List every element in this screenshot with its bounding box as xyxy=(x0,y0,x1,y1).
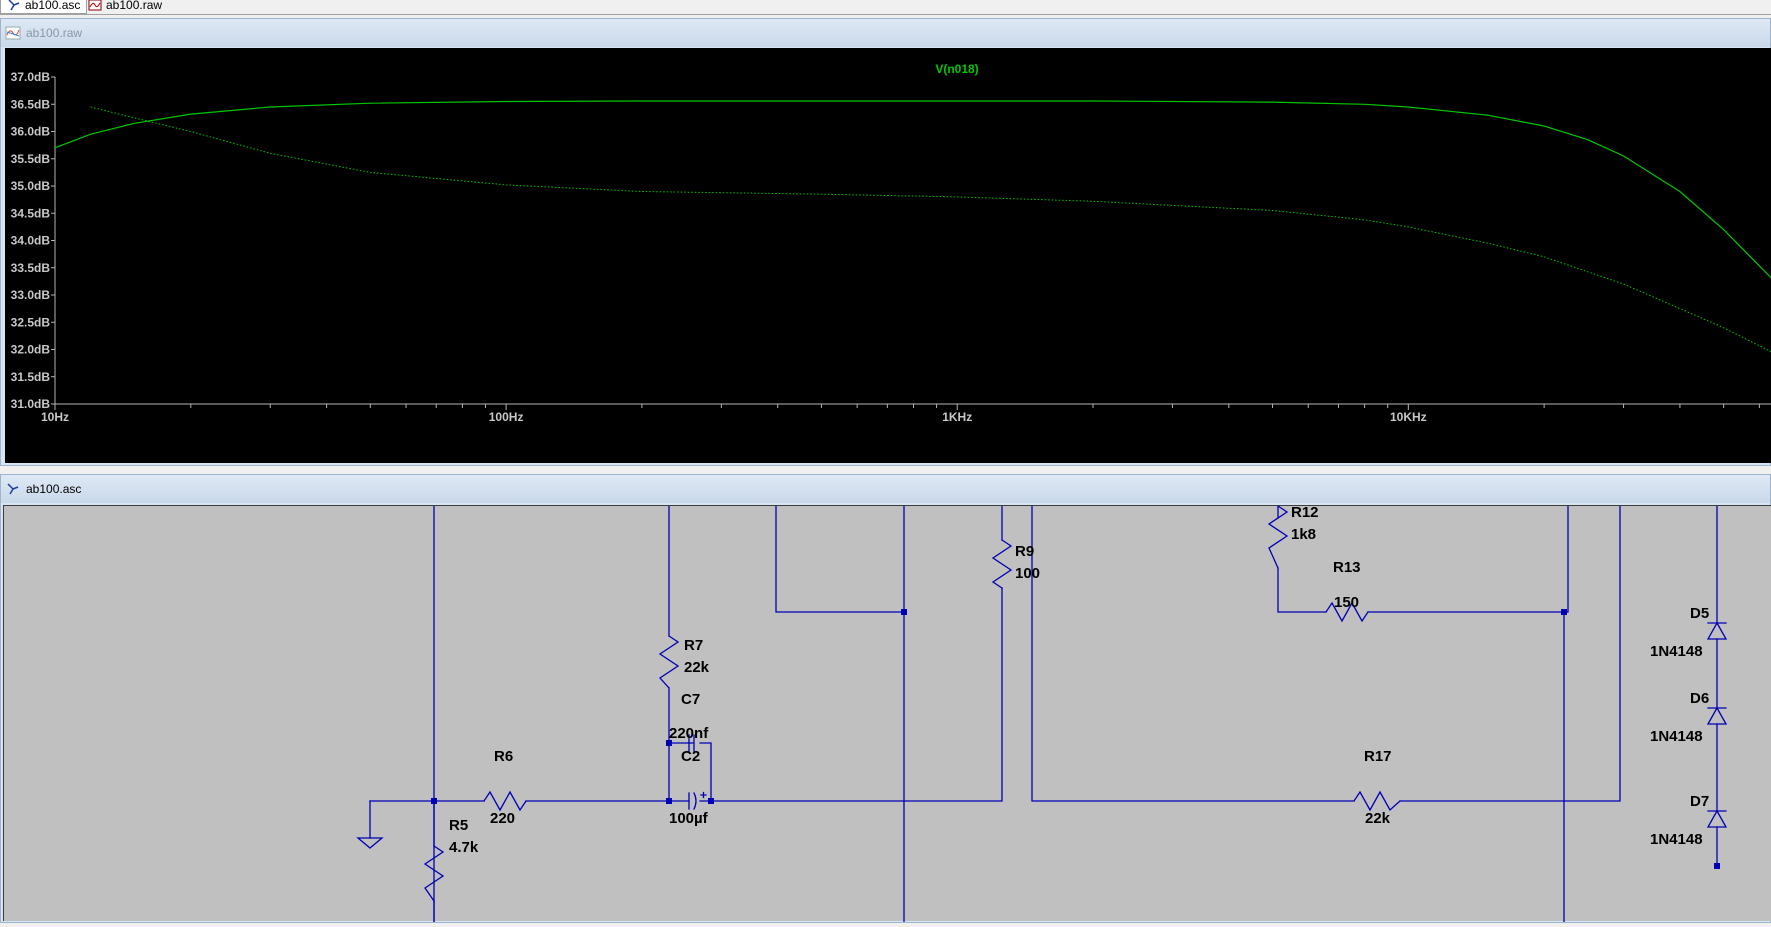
schematic-icon xyxy=(8,0,20,10)
ground-symbol[interactable] xyxy=(356,837,384,849)
c7-ref-label: C7 xyxy=(681,691,700,708)
r7-ref-label: R7 xyxy=(684,637,703,654)
d5-value-label: 1N4148 xyxy=(1650,643,1703,660)
wire[interactable] xyxy=(1367,611,1565,923)
plot-window-titlebar[interactable]: ab100.raw xyxy=(1,19,1770,47)
diode-d6-symbol[interactable] xyxy=(1706,706,1728,725)
schematic-drawing[interactable]: R12 1k8 R13 150 R9 100 R7 22k C7 220nf C… xyxy=(4,504,1771,923)
resistor-r9-symbol[interactable] xyxy=(991,539,1013,589)
waveform-icon xyxy=(5,26,21,40)
r9-ref-label: R9 xyxy=(1015,543,1034,560)
d7-ref-label: D7 xyxy=(1690,793,1709,810)
plot-area[interactable]: 31.0dB 31.5dB 32.0dB 32.5dB 33.0dB 33.5dB 34.0… xyxy=(5,48,1771,463)
trace-phase[interactable] xyxy=(90,106,1771,353)
y-tick-label: 36.5dB xyxy=(11,97,51,111)
y-tick-label: 31.0dB xyxy=(11,397,51,411)
schematic-window: ab100.asc R12 1k8 R13 150 R9 100 R7 22k … xyxy=(0,474,1771,923)
schematic-icon xyxy=(7,483,19,495)
wire[interactable] xyxy=(1031,505,1355,802)
junction-dot xyxy=(431,798,437,804)
r6-value-label: 220 xyxy=(490,810,515,827)
junction-dot xyxy=(1561,609,1567,615)
junction-dot xyxy=(1714,863,1720,869)
resistor-r6-symbol[interactable] xyxy=(483,790,527,812)
diode-d7-symbol[interactable] xyxy=(1706,809,1728,828)
schematic-window-title: ab100.asc xyxy=(26,482,82,496)
capacitor-c2-symbol[interactable] xyxy=(688,792,697,810)
y-tick-label: 34.0dB xyxy=(11,234,51,248)
junction-dot xyxy=(666,798,672,804)
d6-value-label: 1N4148 xyxy=(1650,728,1703,745)
tab-label: ab100.raw xyxy=(106,0,163,12)
tab-ab100-asc[interactable]: ab100.asc xyxy=(0,0,88,14)
wire[interactable] xyxy=(1277,567,1327,613)
y-tick-label: 35.5dB xyxy=(11,152,51,166)
r9-value-label: 100 xyxy=(1015,565,1040,582)
r6-ref-label: R6 xyxy=(494,748,513,765)
trace-magnitude[interactable] xyxy=(54,100,1771,279)
tab-label: ab100.asc xyxy=(25,0,81,12)
r5-ref-label: R5 xyxy=(449,817,468,834)
tab-ab100-raw[interactable]: ab100.raw xyxy=(82,0,168,14)
y-tick-label: 33.5dB xyxy=(11,261,51,275)
schematic-canvas[interactable]: R12 1k8 R13 150 R9 100 R7 22k C7 220nf C… xyxy=(3,504,1771,923)
junction-dot xyxy=(708,798,714,804)
x-tick-label: 10KHz xyxy=(1390,410,1427,424)
y-tick-label: 35.0dB xyxy=(11,179,51,193)
x-tick-label: 10Hz xyxy=(41,410,69,424)
wire[interactable] xyxy=(1399,505,1621,802)
wire[interactable] xyxy=(699,587,1003,802)
r17-ref-label: R17 xyxy=(1364,748,1392,765)
resistor-r17-symbol[interactable] xyxy=(1353,790,1401,812)
waveform-icon xyxy=(88,0,102,11)
capacitor-c2-polarity xyxy=(700,791,707,799)
r5-value-label: 4.7k xyxy=(449,839,479,856)
junction-dot xyxy=(901,609,907,615)
d5-ref-label: D5 xyxy=(1690,605,1709,622)
y-tick-label: 31.5dB xyxy=(11,370,51,384)
y-tick-label: 33.0dB xyxy=(11,288,51,302)
plot-window-title: ab100.raw xyxy=(26,26,83,40)
r7-value-label: 22k xyxy=(684,659,710,676)
diode-d5-symbol[interactable] xyxy=(1706,621,1728,640)
y-tick-label: 32.0dB xyxy=(11,343,51,357)
schematic-window-titlebar[interactable]: ab100.asc xyxy=(1,475,1770,503)
c2-ref-label: C2 xyxy=(681,748,700,765)
wire[interactable] xyxy=(775,505,905,613)
x-tick-label: 1KHz xyxy=(942,410,972,424)
document-tab-bar: ab100.asc ab100.raw xyxy=(0,0,1771,15)
d6-ref-label: D6 xyxy=(1690,690,1709,707)
y-tick-label: 32.5dB xyxy=(11,315,51,329)
r12-value-label: 1k8 xyxy=(1291,526,1316,543)
waveform-plot[interactable]: 31.0dB 31.5dB 32.0dB 32.5dB 33.0dB 33.5dB 34.0… xyxy=(5,48,1771,463)
y-tick-label: 34.5dB xyxy=(11,206,51,220)
plot-window: ab100.raw 31.0dB 31.5dB 32.0dB 32.5dB 33.0dB… xyxy=(0,18,1771,466)
r12-ref-label: R12 xyxy=(1291,506,1319,521)
r13-value-label: 150 xyxy=(1334,594,1359,611)
resistor-r7-symbol[interactable] xyxy=(658,635,680,689)
y-tick-label: 37.0dB xyxy=(11,70,51,84)
wire[interactable] xyxy=(1563,505,1569,613)
d7-value-label: 1N4148 xyxy=(1650,831,1703,848)
r13-ref-label: R13 xyxy=(1333,559,1361,576)
y-tick-label: 36.0dB xyxy=(11,125,51,139)
wire[interactable] xyxy=(699,742,712,802)
trace-label-vn018[interactable]: V(n018) xyxy=(935,62,978,76)
c2-value-label: 100µf xyxy=(669,810,709,827)
x-tick-label: 100Hz xyxy=(489,410,524,424)
r17-value-label: 22k xyxy=(1365,810,1391,827)
c7-value-label: 220nf xyxy=(669,725,709,742)
